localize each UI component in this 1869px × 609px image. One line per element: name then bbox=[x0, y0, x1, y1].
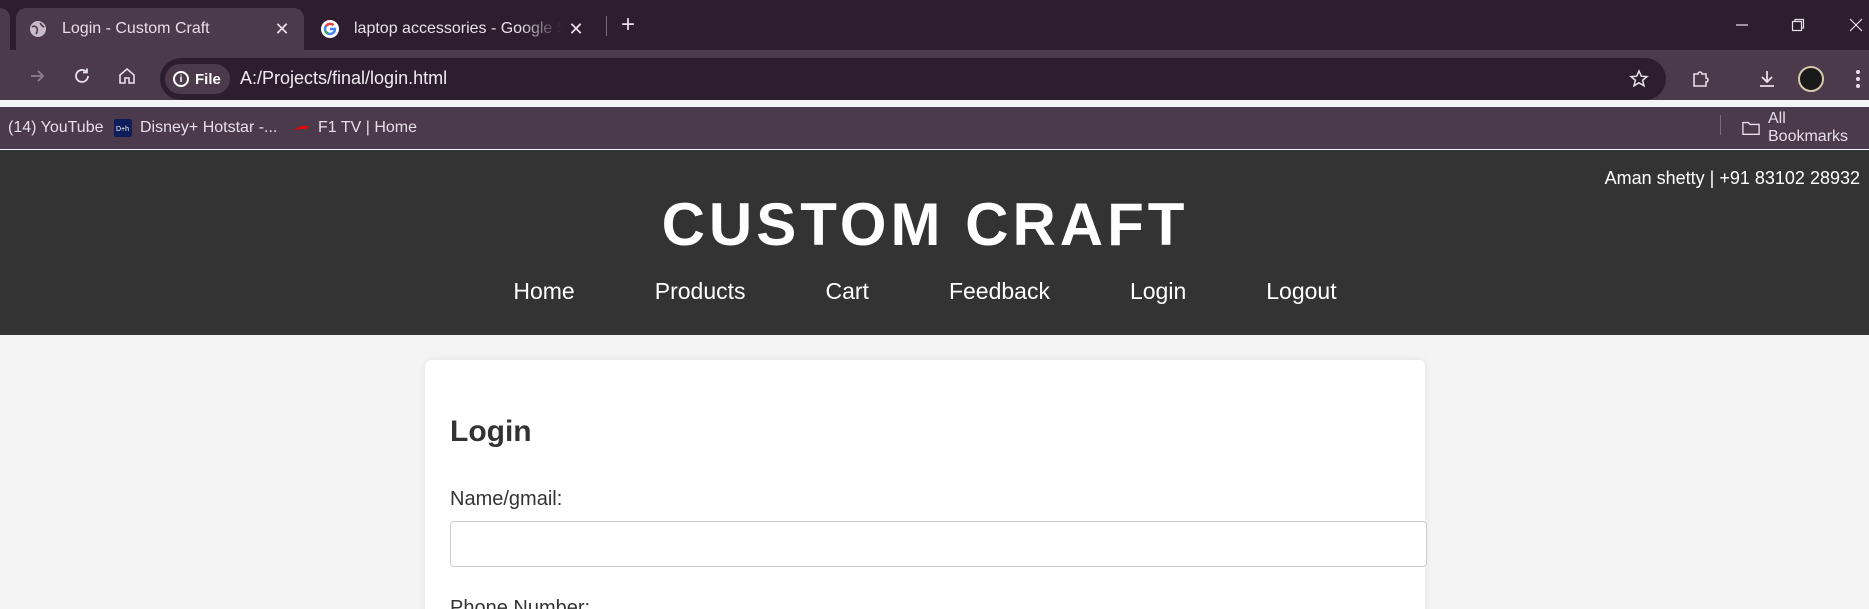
bookmarks-separator bbox=[1720, 115, 1721, 135]
tab-google-search[interactable]: laptop accessories - Google Search ✕ bbox=[308, 8, 598, 50]
more-menu-icon[interactable] bbox=[1848, 64, 1868, 94]
close-tab-icon[interactable]: ✕ bbox=[562, 15, 590, 43]
nav-home[interactable]: Home bbox=[513, 278, 574, 305]
nav-products[interactable]: Products bbox=[655, 278, 746, 305]
bookmark-star-icon[interactable] bbox=[1624, 64, 1654, 94]
site-info-chip[interactable]: i File bbox=[165, 64, 230, 94]
bookmark-label: F1 TV | Home bbox=[318, 119, 417, 136]
downloads-icon[interactable] bbox=[1752, 64, 1782, 94]
home-icon[interactable] bbox=[112, 61, 142, 91]
bookmark-hotstar[interactable]: D+h Disney+ Hotstar -... bbox=[114, 116, 277, 140]
nav-logout[interactable]: Logout bbox=[1266, 278, 1336, 305]
bookmark-label: (14) YouTube bbox=[8, 119, 104, 136]
chip-label: File bbox=[195, 70, 221, 88]
svg-text:D+h: D+h bbox=[116, 126, 129, 133]
nav-cart[interactable]: Cart bbox=[826, 278, 869, 305]
close-window-icon[interactable] bbox=[1828, 0, 1869, 50]
new-tab-icon[interactable]: + bbox=[614, 11, 642, 39]
all-bookmarks-label: All Bookmarks bbox=[1768, 110, 1849, 145]
tab-title: laptop accessories - Google Search bbox=[354, 20, 562, 37]
nav-login[interactable]: Login bbox=[1130, 278, 1186, 305]
tab-separator bbox=[606, 16, 607, 36]
f1-icon bbox=[292, 119, 310, 137]
google-icon bbox=[320, 19, 340, 39]
close-tab-icon[interactable]: ✕ bbox=[268, 15, 296, 43]
profile-avatar[interactable] bbox=[1798, 66, 1824, 92]
login-card: Login Name/gmail: Phone Number: bbox=[425, 360, 1427, 609]
bookmark-youtube[interactable]: (14) YouTube bbox=[8, 116, 103, 140]
tab-title: Login - Custom Craft bbox=[62, 20, 210, 37]
globe-icon bbox=[28, 19, 48, 39]
offscreen-tab-edge[interactable] bbox=[0, 8, 10, 50]
login-heading: Login bbox=[450, 415, 532, 448]
bookmark-f1tv[interactable]: F1 TV | Home bbox=[292, 116, 417, 140]
tab-login[interactable]: Login - Custom Craft ✕ bbox=[16, 8, 304, 50]
folder-icon bbox=[1742, 119, 1760, 137]
all-bookmarks[interactable]: All Bookmarks bbox=[1742, 110, 1869, 145]
minimize-icon[interactable] bbox=[1714, 0, 1770, 50]
bookmark-label: Disney+ Hotstar -... bbox=[140, 119, 278, 136]
nav-feedback[interactable]: Feedback bbox=[949, 278, 1050, 305]
hotstar-icon: D+h bbox=[114, 119, 132, 137]
site-brand: CUSTOM CRAFT bbox=[661, 191, 1189, 258]
name-label: Name/gmail: bbox=[450, 488, 563, 510]
forward-icon[interactable] bbox=[22, 61, 52, 91]
info-icon: i bbox=[173, 71, 189, 87]
reload-icon[interactable] bbox=[67, 61, 97, 91]
restore-icon[interactable] bbox=[1770, 0, 1826, 50]
phone-label: Phone Number: bbox=[450, 597, 591, 609]
contact-info: Aman shetty | +91 83102 28932 bbox=[1604, 168, 1860, 188]
extensions-icon[interactable] bbox=[1686, 64, 1716, 94]
bookmarks-bar bbox=[0, 107, 1869, 149]
url-text[interactable]: A:/Projects/final/login.html bbox=[240, 68, 447, 89]
name-input[interactable] bbox=[450, 521, 1427, 567]
tab-strip: Login - Custom Craft ✕ laptop accessorie… bbox=[0, 0, 1869, 50]
main-nav: Home Products Cart Feedback Login Logout bbox=[0, 278, 1850, 305]
